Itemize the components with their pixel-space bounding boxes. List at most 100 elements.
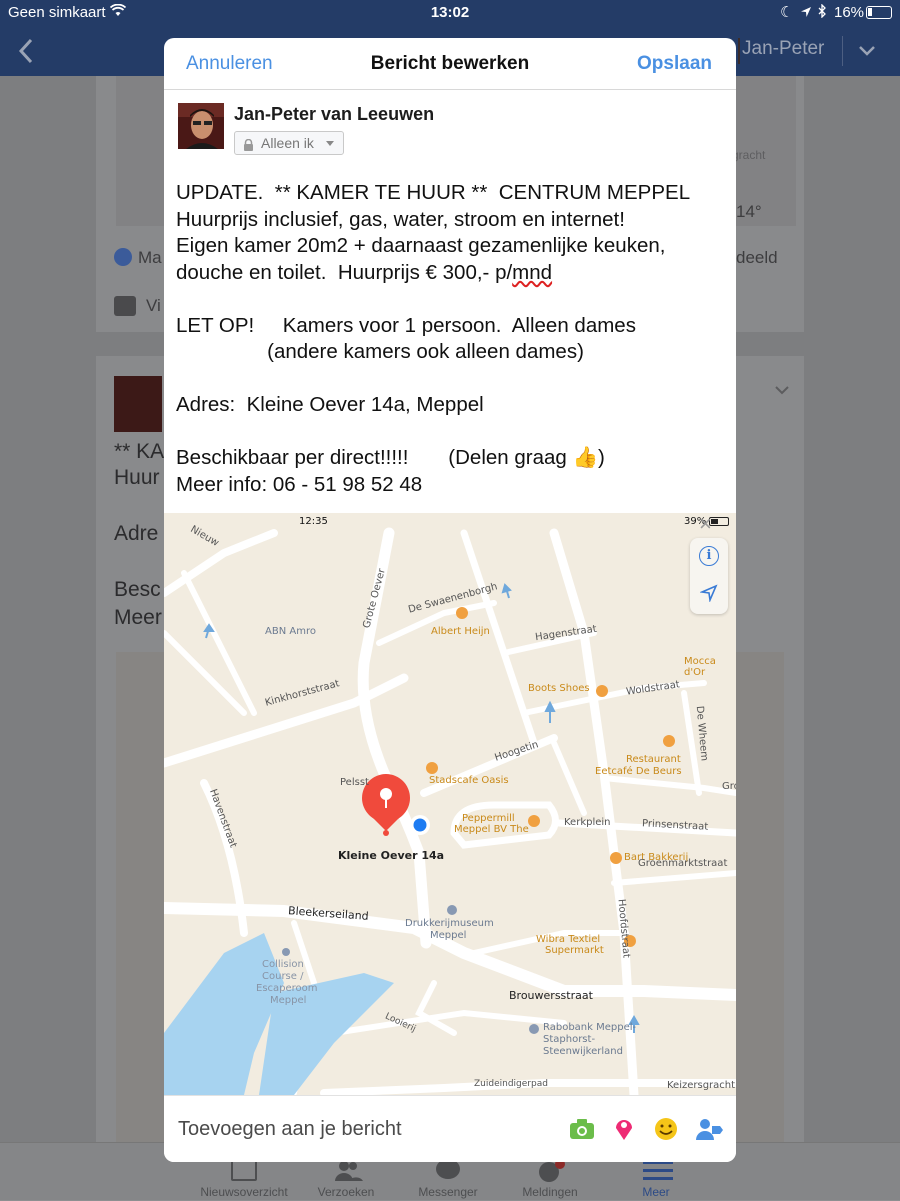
post-line: Beschikbaar per direct!!!!! (Delen graag… (176, 446, 605, 469)
feed-avatar (114, 376, 162, 432)
save-button[interactable]: Opslaan (637, 53, 712, 75)
map-controls: i (690, 538, 728, 614)
map-place-label: ABN Amro (265, 626, 316, 637)
map-street-label: Grote (722, 781, 736, 792)
map-place-label: Albert Heijn (431, 626, 490, 637)
map-street-label: Keizersgracht (667, 1080, 736, 1091)
lock-icon (243, 138, 254, 154)
nav-avatar (738, 38, 740, 64)
nav-user-name: Jan-Peter (742, 38, 825, 59)
feed-shares: deeld (736, 248, 778, 267)
tag-people-icon[interactable] (694, 1116, 723, 1142)
privacy-label: Alleen ik (261, 135, 314, 151)
feeling-emoji-icon[interactable] (652, 1116, 680, 1142)
map-place-label: Restaurant (626, 754, 681, 765)
nav-separator (842, 36, 843, 66)
location-arrow-icon (800, 5, 812, 22)
post-line (176, 286, 728, 313)
post-line: Eigen kamer 20m2 + daarnaast gezamenlijk… (176, 234, 666, 257)
author-name: Jan-Peter van Leeuwen (234, 104, 435, 124)
map-place-label: Mocca d'Or (684, 656, 716, 678)
map-place-label: Drukkerijmuseum (405, 918, 494, 929)
chevron-down-icon[interactable] (774, 382, 790, 400)
privacy-selector[interactable]: Alleen ik (234, 131, 344, 155)
camera-icon[interactable] (568, 1116, 596, 1142)
feed-text-line: Besc (114, 578, 161, 601)
map-status-time: 12:35 (299, 516, 328, 527)
map-place-label: Meppel BV The (454, 824, 529, 835)
bluetooth-icon (818, 3, 826, 22)
add-to-post-bar[interactable]: Toevoegen aan je bericht (164, 1095, 736, 1162)
tab-label: Meldingen (522, 1185, 578, 1199)
map-place-label: Eetcafé De Beurs (595, 766, 682, 777)
map-place-label: Escaperoom (256, 983, 318, 994)
map-place-label: Stadscafe Oasis (429, 775, 509, 786)
map-place-label: Course / (262, 971, 304, 982)
post-line: (andere kamers ook alleen dames) (176, 340, 584, 363)
post-line (176, 419, 728, 446)
thumbs-up-icon[interactable] (114, 296, 136, 316)
map-place-label: Collision (262, 959, 304, 970)
globe-icon (537, 1159, 565, 1182)
clock: 13:02 (430, 4, 470, 21)
add-to-post-label: Toevoegen aan je bericht (178, 1118, 402, 1140)
feed-text-line: Huur (114, 466, 160, 489)
feed-map-label: gracht (732, 148, 766, 162)
post-line: douche en toilet. Huurprijs € 300,- p/mn… (176, 260, 728, 287)
post-line: UPDATE. ** KAMER TE HUUR ** CENTRUM MEPP… (176, 181, 691, 204)
feed-reactions: Ma (138, 248, 162, 267)
post-text-editor[interactable]: UPDATE. ** KAMER TE HUUR ** CENTRUM MEPP… (176, 180, 728, 498)
map-place-label: Meppel (430, 930, 467, 941)
map-battery-icon (709, 517, 729, 526)
battery-percent: 16% (834, 4, 865, 21)
feed-like-button[interactable]: Vi (146, 296, 161, 316)
feed-text-line: Adre (114, 522, 159, 545)
status-bar: Geen simkaart 13:02 ☾ 16% (0, 0, 900, 26)
map-street-label: Pelsst (340, 777, 369, 788)
info-icon[interactable]: i (699, 546, 719, 566)
feed-text-line: ** KA (114, 440, 165, 463)
map-place-label: Rabobank Meppel- (543, 1022, 637, 1033)
feed-text-line: Meer (114, 606, 162, 629)
menu-icon (643, 1159, 673, 1181)
map-street-label: Groenmarktstraat (638, 858, 728, 869)
feed-card-map-fragment (116, 76, 164, 226)
cancel-button[interactable]: Annuleren (186, 53, 273, 75)
map-street-label: Zuideindigerpad (474, 1079, 548, 1089)
tab-label: Meer (642, 1185, 670, 1199)
attached-map-image[interactable]: 12:35 39% i × ABN Amro Albert Heijn Boot… (164, 513, 736, 1095)
close-icon[interactable]: × (699, 513, 712, 537)
map-place-label: Boots Shoes (528, 683, 590, 694)
post-line: LET OP! Kamers voor 1 persoon. Alleen da… (176, 313, 636, 337)
post-line-text: douche en toilet. Huurprijs € 300,- p/ (176, 260, 513, 284)
post-line: Huurprijs inclusief, gas, water, stroom … (176, 207, 625, 231)
map-place-label: Steenwijkerland (543, 1046, 623, 1057)
caret-down-icon (326, 141, 334, 146)
post-line: Meer info: 06 - 51 98 52 48 (176, 472, 423, 496)
news-feed-icon (231, 1159, 257, 1181)
post-line: Adres: Kleine Oever 14a, Meppel (176, 393, 484, 416)
misspelled-word: mnd (512, 260, 553, 284)
back-chevron-icon[interactable] (18, 38, 34, 69)
location-pin-icon[interactable] (610, 1116, 638, 1142)
chevron-down-icon[interactable] (858, 44, 876, 62)
map-street-label: Kerkplein (564, 817, 611, 828)
modal-header: Annuleren Bericht bewerken Opslaan (164, 38, 736, 90)
post-line (176, 366, 728, 393)
map-place-label: Peppermill (462, 813, 515, 824)
tab-label: Messenger (418, 1185, 478, 1199)
map-place-label: Staphorst- (543, 1034, 596, 1045)
map-street-label: Brouwersstraat (509, 989, 593, 1002)
tab-label: Nieuwsoverzicht (200, 1185, 288, 1199)
feed-weather: 14° (736, 202, 762, 221)
moon-icon: ☾ (780, 4, 794, 21)
like-icon (114, 248, 132, 266)
tab-label: Verzoeken (317, 1185, 375, 1199)
map-place-label: Meppel (270, 995, 307, 1006)
map-place-label: Wibra Textiel (536, 934, 601, 945)
map-pin-label: Kleine Oever 14a (338, 849, 445, 862)
author-avatar (178, 103, 224, 149)
battery-icon (866, 6, 892, 19)
edit-post-modal: Annuleren Bericht bewerken Opslaan Jan-P… (164, 38, 736, 1162)
map-place-label: Supermarkt (545, 945, 604, 956)
